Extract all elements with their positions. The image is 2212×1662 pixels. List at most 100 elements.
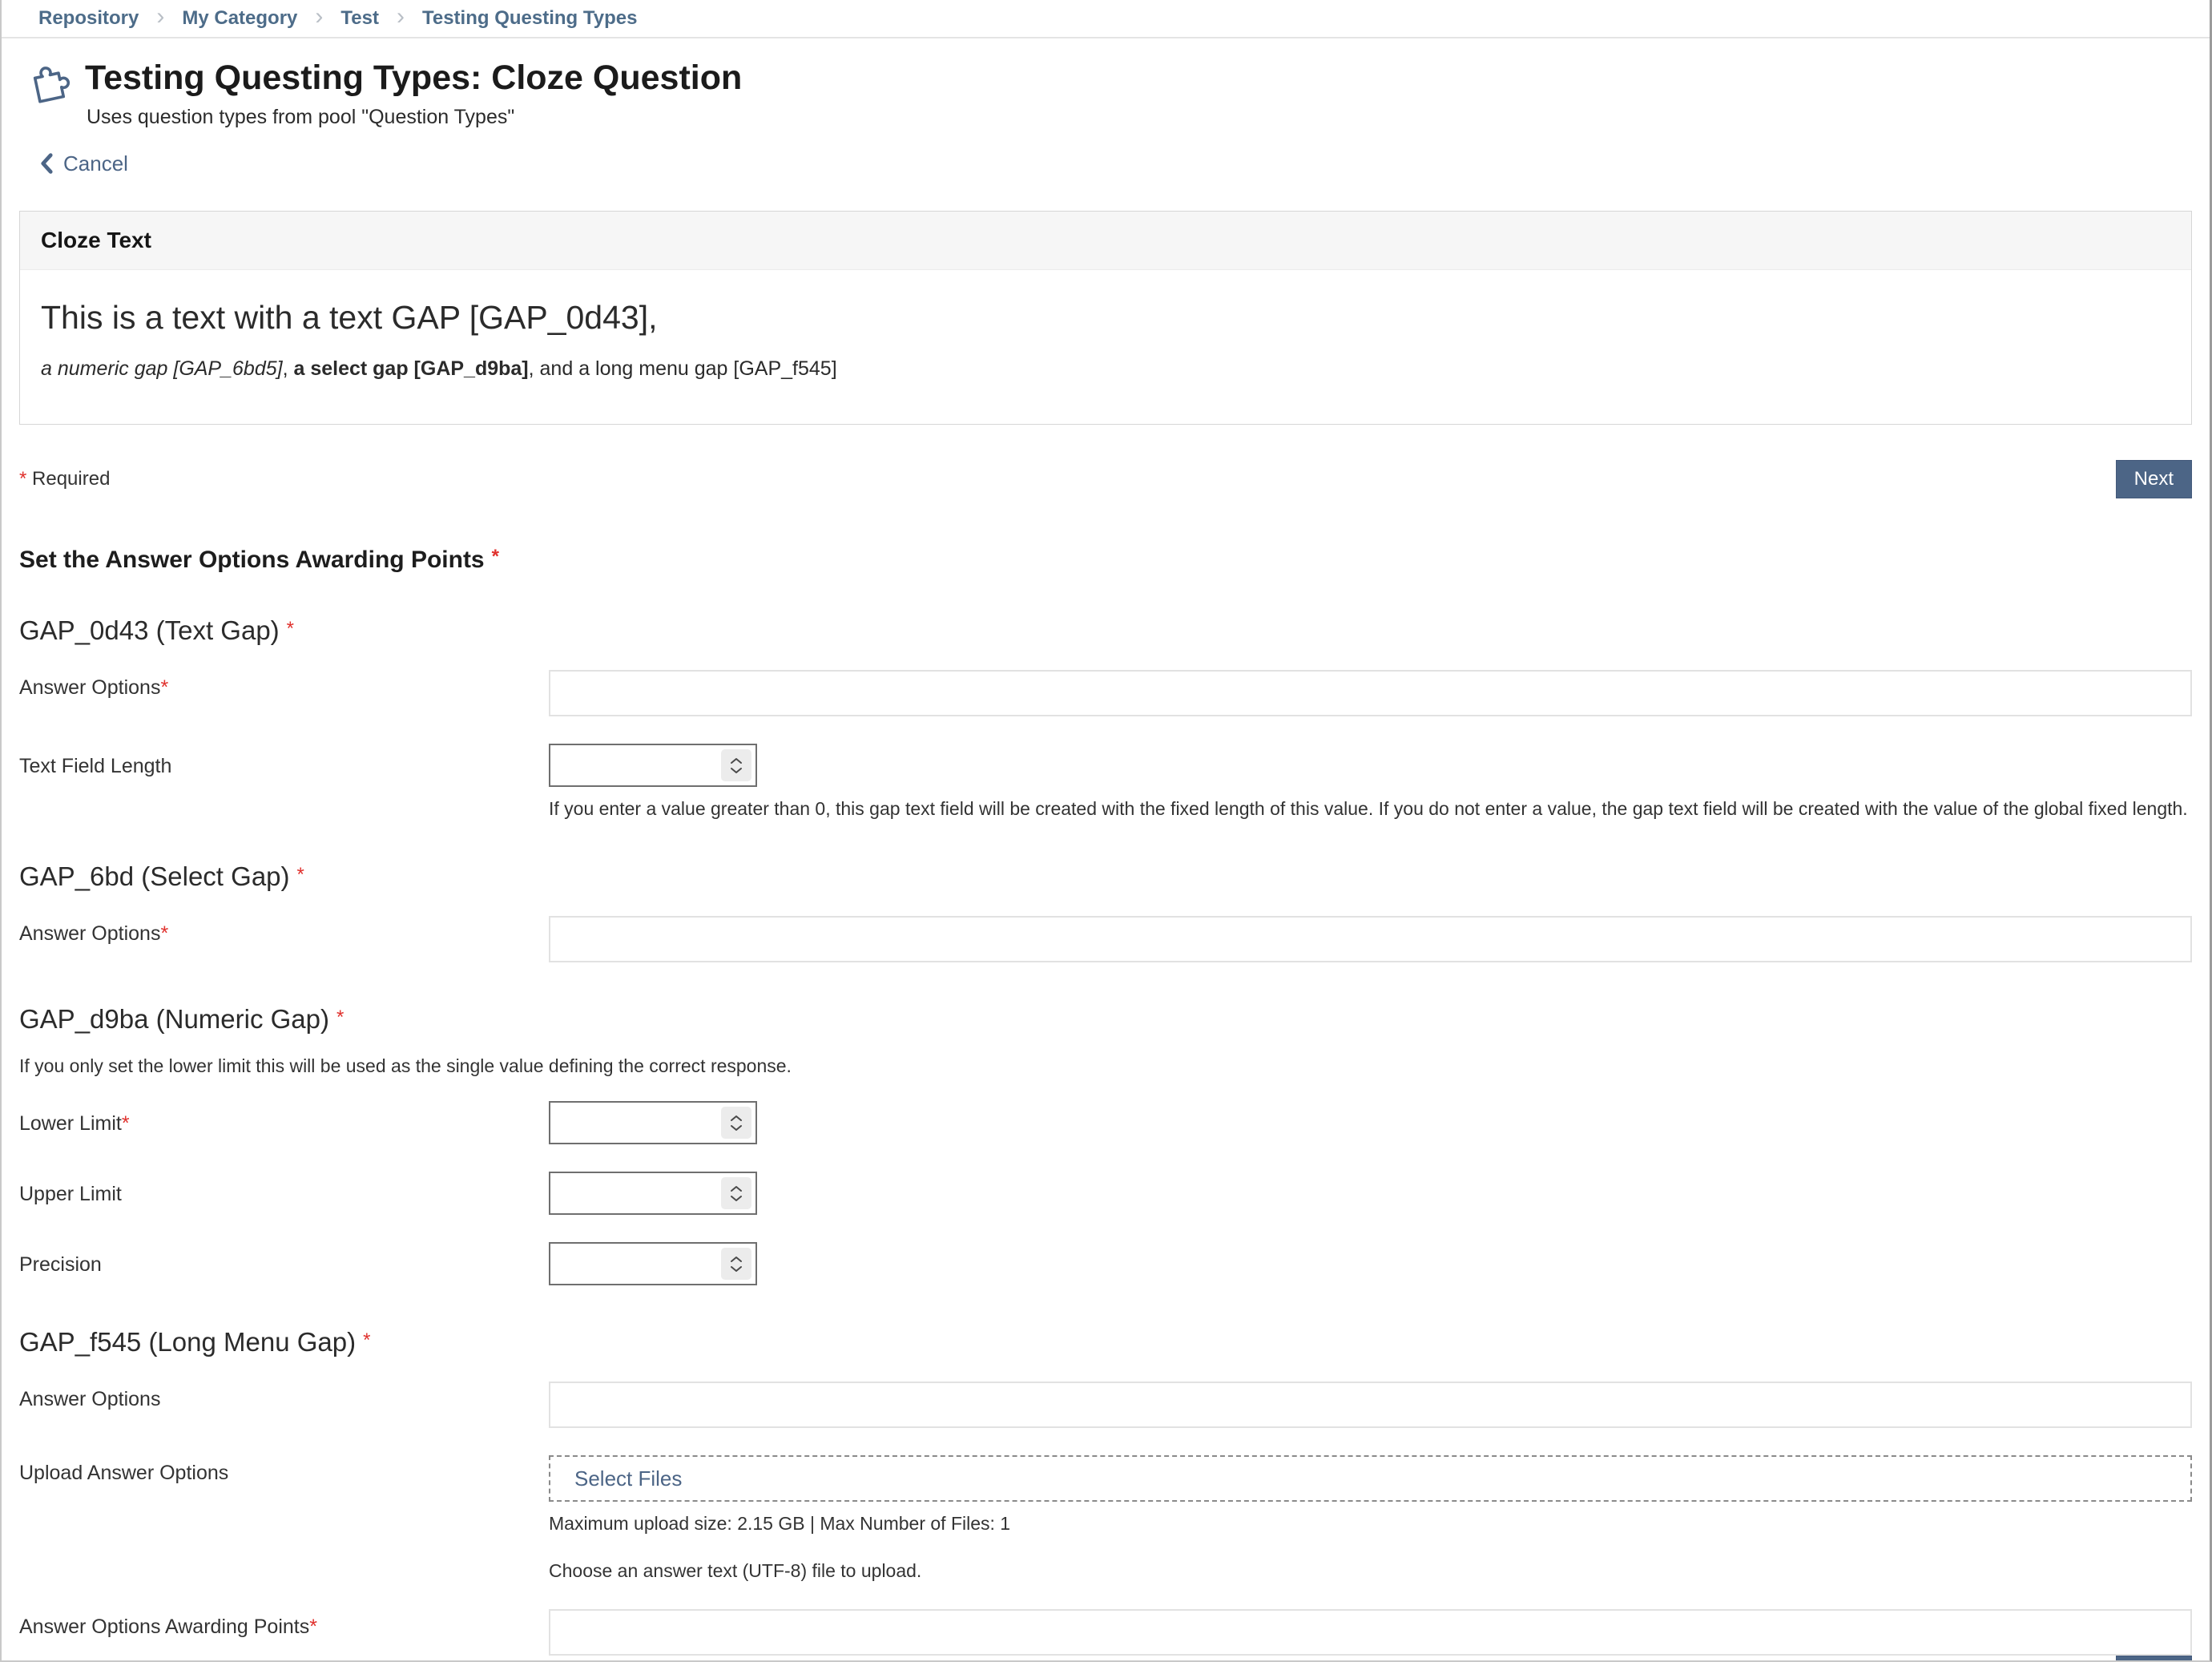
breadcrumb-item-repository[interactable]: Repository: [38, 7, 139, 30]
breadcrumb-item-testing-questing-types[interactable]: Testing Questing Types: [422, 7, 637, 30]
cloze-text-sep: ,: [283, 357, 294, 380]
long-menu-answer-options-input[interactable]: [549, 1382, 2192, 1428]
select-gap-heading-label: GAP_6bd (Select Gap): [19, 861, 290, 891]
section-text-gap: GAP_0d43 (Text Gap)* Answer Options* Tex…: [2, 574, 2210, 820]
text-gap-heading: GAP_0d43 (Text Gap) *: [19, 615, 2210, 646]
awarding-points-input[interactable]: [549, 1609, 2192, 1656]
chevron-up-icon: [730, 1115, 743, 1122]
file-dropzone[interactable]: Select Files: [549, 1455, 2192, 1502]
number-spinner[interactable]: [721, 1177, 751, 1209]
section-numeric-gap: GAP_d9ba (Numeric Gap) * If you only set …: [2, 962, 2210, 1285]
text-gap-answer-options-input[interactable]: [549, 670, 2192, 716]
page: Repository › My Category › Test › Testin…: [0, 0, 2212, 1662]
long-menu-gap-heading-label: GAP_f545 (Long Menu Gap): [19, 1327, 356, 1357]
required-label: Required: [32, 468, 110, 490]
long-menu-answer-options-row: Answer Options: [2, 1382, 2210, 1428]
chevron-down-icon: [730, 1124, 743, 1132]
chevron-down-icon: [730, 1265, 743, 1273]
chevron-right-icon: ›: [315, 5, 323, 32]
answer-options-label: Answer Options: [2, 1382, 549, 1428]
awarding-points-label-text: Answer Options Awarding Points: [19, 1616, 309, 1638]
cloze-text-line1: This is a text with a text GAP [GAP_0d43…: [41, 299, 2170, 337]
upper-limit-label: Upper Limit: [2, 1172, 549, 1215]
cloze-text-panel-title: Cloze Text: [41, 228, 2170, 253]
form-heading-label: Set the Answer Options Awarding Points: [19, 547, 485, 573]
chevron-right-icon: ›: [397, 5, 405, 32]
required-asterisk: *: [492, 546, 499, 567]
breadcrumb-item-my-category[interactable]: My Category: [182, 7, 297, 30]
numeric-gap-heading-label: GAP_d9ba (Numeric Gap): [19, 1004, 329, 1034]
page-header: Testing Questing Types: Cloze Question U…: [2, 38, 2210, 129]
precision-label: Precision: [2, 1242, 549, 1285]
lower-limit-label: Lower Limit*: [2, 1101, 549, 1144]
long-menu-gap-heading: GAP_f545 (Long Menu Gap) *: [19, 1327, 2210, 1357]
awarding-points-row: Answer Options Awarding Points*: [2, 1609, 2210, 1656]
chevron-down-icon: [730, 1195, 743, 1202]
cloze-text-bold-part: a select gap [GAP_d9ba]: [293, 357, 528, 380]
cloze-text-panel: Cloze Text This is a text with a text GA…: [19, 211, 2192, 425]
cloze-text-panel-body: This is a text with a text GAP [GAP_0d43…: [20, 270, 2191, 424]
chevron-right-icon: ›: [156, 5, 164, 32]
lower-limit-label-text: Lower Limit: [19, 1112, 122, 1135]
section-long-menu-gap: GAP_f545 (Long Menu Gap) * Answer Options…: [2, 1285, 2210, 1656]
required-asterisk: *: [122, 1112, 130, 1135]
cloze-text-rest: , and a long menu gap [GAP_f545]: [529, 357, 837, 380]
numeric-gap-heading: GAP_d9ba (Numeric Gap) *: [19, 1004, 2210, 1035]
top-actions-row: * Required Next: [19, 460, 2192, 498]
number-spinner[interactable]: [721, 1107, 751, 1139]
form-heading: Set the Answer Options Awarding Points *: [19, 547, 2210, 574]
chevron-up-icon: [730, 1185, 743, 1192]
next-button-top[interactable]: Next: [2116, 460, 2192, 498]
precision-row: Precision: [2, 1242, 2210, 1285]
back-chevron-icon: [40, 152, 54, 175]
text-field-length-help: If you enter a value greater than 0, thi…: [549, 798, 2192, 820]
answer-options-label: Answer Options*: [2, 916, 549, 962]
lower-limit-row: Lower Limit*: [2, 1101, 2210, 1144]
text-field-length-label: Text Field Length: [2, 744, 549, 820]
select-gap-answer-options-row: Answer Options*: [2, 916, 2210, 962]
upper-limit-row: Upper Limit: [2, 1172, 2210, 1215]
next-button-bottom[interactable]: Next: [2116, 1656, 2192, 1662]
chevron-up-icon: [730, 757, 743, 764]
breadcrumb: Repository › My Category › Test › Testin…: [2, 0, 2210, 38]
chevron-down-icon: [730, 767, 743, 774]
cancel-label: Cancel: [63, 151, 128, 176]
bottom-actions-row: * Required Next: [19, 1656, 2192, 1662]
cancel-row: Cancel: [40, 151, 2210, 180]
numeric-gap-note: If you only set the lower limit this wil…: [19, 1055, 2210, 1077]
required-asterisk: *: [287, 618, 294, 639]
answer-options-label-text: Answer Options: [19, 676, 160, 699]
required-asterisk: *: [297, 864, 304, 885]
select-files-button[interactable]: Select Files: [574, 1466, 682, 1491]
cloze-text-line2: a numeric gap [GAP_6bd5], a select gap […: [41, 357, 2170, 381]
required-asterisk: *: [160, 922, 168, 945]
select-gap-answer-options-input[interactable]: [549, 916, 2192, 962]
upload-limits-text: Maximum upload size: 2.15 GB | Max Numbe…: [549, 1513, 2192, 1535]
breadcrumb-item-test[interactable]: Test: [340, 7, 379, 30]
text-gap-answer-options-row: Answer Options*: [2, 670, 2210, 716]
select-gap-heading: GAP_6bd (Select Gap) *: [19, 861, 2210, 892]
cloze-text-panel-header: Cloze Text: [20, 212, 2191, 270]
page-title: Testing Questing Types: Cloze Question: [85, 58, 742, 99]
answer-options-label: Answer Options*: [2, 670, 549, 716]
number-spinner[interactable]: [721, 1248, 751, 1280]
text-gap-heading-label: GAP_0d43 (Text Gap): [19, 615, 280, 645]
cloze-text-italic-part: a numeric gap [GAP_6bd5]: [41, 357, 283, 380]
number-spinner[interactable]: [721, 749, 751, 781]
required-asterisk: *: [336, 1006, 344, 1028]
cancel-link[interactable]: Cancel: [40, 151, 128, 176]
upload-help-text: Choose an answer text (UTF-8) file to up…: [549, 1560, 2192, 1582]
required-note-top: * Required: [19, 468, 110, 490]
answer-options-label-text: Answer Options: [19, 922, 160, 945]
upload-answer-options-row: Upload Answer Options Select Files Maxim…: [2, 1455, 2210, 1582]
required-asterisk: *: [363, 1329, 370, 1351]
required-asterisk: *: [309, 1616, 317, 1638]
upload-answer-options-label: Upload Answer Options: [2, 1455, 549, 1582]
required-asterisk: *: [160, 676, 168, 699]
section-select-gap: GAP_6bd (Select Gap)* Answer Options*: [2, 820, 2210, 962]
page-subtitle: Uses question types from pool "Question …: [87, 106, 742, 129]
text-field-length-row: Text Field Length If you enter a value g…: [2, 744, 2210, 820]
required-asterisk: *: [19, 468, 26, 490]
puzzle-icon: [24, 59, 72, 109]
awarding-points-label: Answer Options Awarding Points*: [2, 1609, 549, 1656]
